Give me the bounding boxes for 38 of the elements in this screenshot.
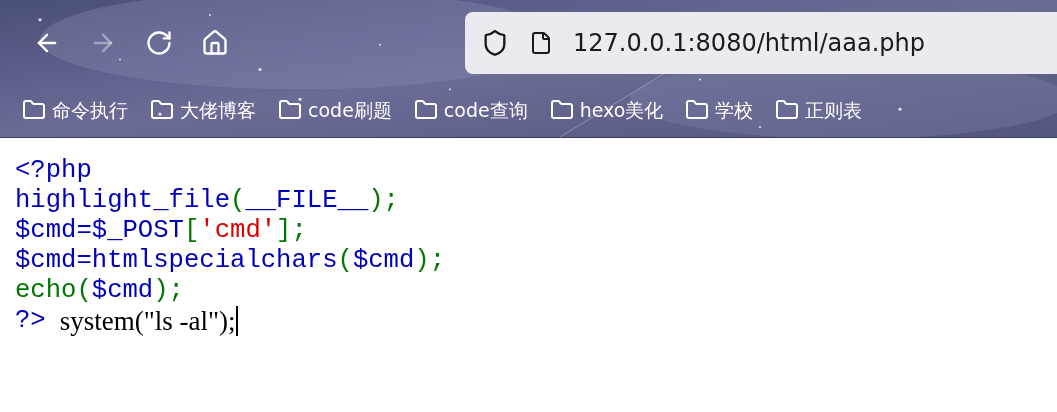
page-icon: [529, 31, 553, 55]
code-token: [: [183, 216, 200, 246]
bookmark-item[interactable]: 命令执行: [22, 95, 128, 125]
bookmark-item[interactable]: 正则表: [775, 95, 863, 125]
folder-icon: [775, 98, 800, 122]
folder-icon: [278, 98, 302, 122]
bookmark-item[interactable]: 学校: [685, 95, 754, 125]
folder-icon: [413, 98, 438, 122]
address-bar[interactable]: 127.0.0.1:8080/html/aaa.php: [465, 12, 1057, 74]
code-token: highlight_file: [15, 186, 231, 216]
code-token: $cmd: [352, 246, 415, 276]
folder-icon: [549, 98, 574, 122]
code-token: $cmd=$_POST: [15, 216, 184, 246]
code-token: $cmd=htmlspecialchars: [15, 246, 338, 276]
code-token: echo(: [15, 276, 92, 306]
folder-icon: [685, 98, 710, 122]
code-token: 'cmd': [199, 216, 277, 246]
code-token: );: [414, 246, 446, 276]
code-token: __FILE__: [245, 186, 369, 216]
reload-icon: [145, 29, 173, 57]
code-token: (: [230, 186, 246, 216]
code-token: <?php: [15, 156, 92, 186]
text-cursor: [236, 306, 239, 336]
url-text: 127.0.0.1:8080/html/aaa.php: [573, 28, 925, 59]
code-token: (: [337, 246, 353, 276]
folder-icon: [22, 98, 46, 122]
code-token: $cmd: [91, 276, 154, 306]
code-token: ];: [276, 216, 307, 246]
code-token: );: [368, 186, 399, 216]
folder-icon: [150, 98, 174, 122]
bookmark-item[interactable]: code刷题: [278, 95, 392, 125]
code-token: );: [153, 276, 184, 306]
house-icon: [201, 29, 229, 57]
code-token: ?>: [15, 306, 46, 336]
code-token: system("ls -al");: [59, 306, 236, 336]
bookmark-item[interactable]: 大佬博客: [150, 95, 256, 125]
bookmark-item[interactable]: hexo美化: [549, 95, 664, 125]
bookmark-item[interactable]: code查询: [413, 95, 528, 125]
